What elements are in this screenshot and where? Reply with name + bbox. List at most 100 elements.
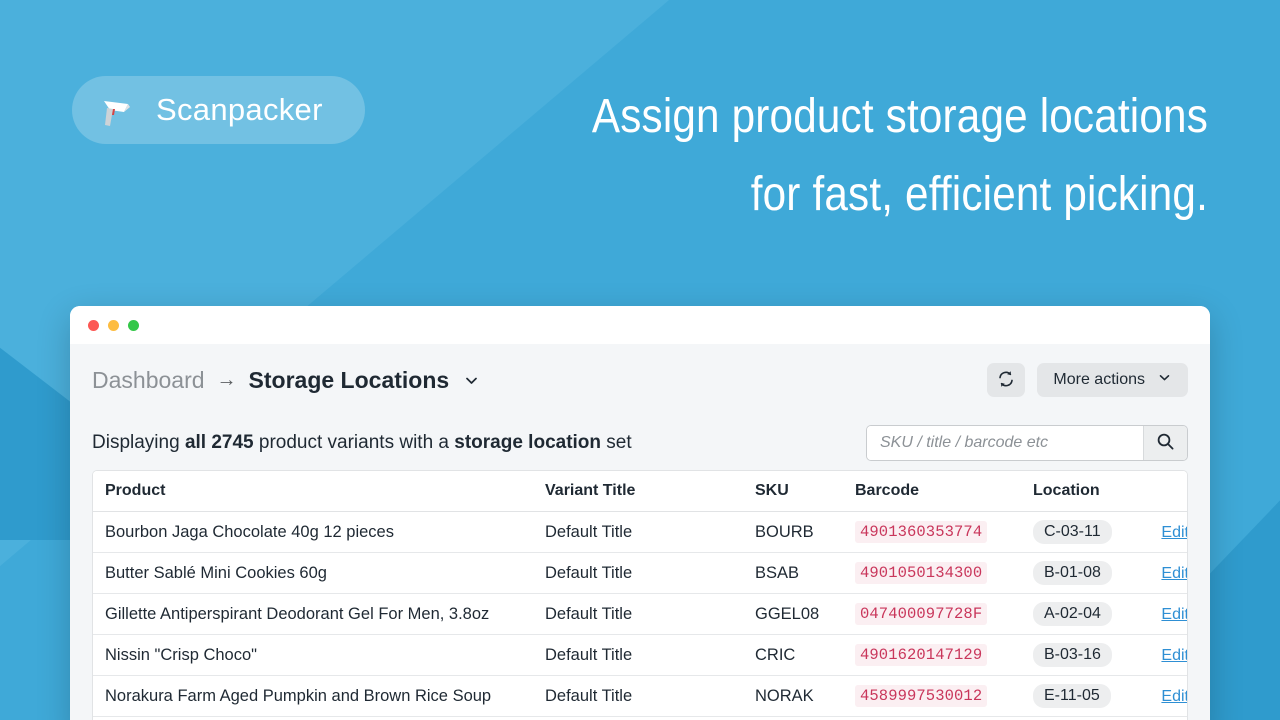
- more-actions-label: More actions: [1053, 371, 1145, 389]
- cell-variant-title: Default Title: [533, 553, 743, 594]
- cell-sku: CRIC: [743, 635, 843, 676]
- cell-actions: Edit: [1147, 553, 1188, 594]
- display-summary-text: Displaying all 2745 product variants wit…: [92, 432, 632, 454]
- brand-name: Scanpacker: [156, 92, 323, 128]
- cell-sku: BOURB: [743, 512, 843, 553]
- headline-line-2: for fast, efficient picking.: [557, 156, 1208, 234]
- search-input[interactable]: [867, 426, 1143, 460]
- cell-barcode: 4589997530012: [843, 676, 1021, 717]
- cell-location: C-03-11: [1021, 512, 1147, 553]
- cell-variant-title: Default Title: [533, 594, 743, 635]
- column-header-variant-title: Variant Title: [533, 471, 743, 512]
- header-actions: More actions: [987, 363, 1188, 397]
- column-header-product: Product: [93, 471, 533, 512]
- edit-link[interactable]: Edit: [1161, 647, 1188, 664]
- app-content: Dashboard → Storage Locations: [70, 344, 1210, 720]
- column-header-sku: SKU: [743, 471, 843, 512]
- cell-product: Bourbon Jaga Chocolate 40g 12 pieces: [93, 512, 533, 553]
- table-row: Norakura Farm Aged Pumpkin and Brown Ric…: [93, 676, 1188, 717]
- edit-link[interactable]: Edit: [1161, 606, 1188, 623]
- edit-link[interactable]: Edit: [1161, 565, 1188, 582]
- cell-product: Norakura Farm Aged Pumpkin and Brown Ric…: [93, 676, 533, 717]
- cell-barcode: 4901050134300: [843, 553, 1021, 594]
- summary-emphasis: storage location: [454, 432, 601, 453]
- headline: Assign product storage locations for fas…: [557, 78, 1208, 234]
- edit-link[interactable]: Edit: [1161, 524, 1188, 541]
- summary-count: all 2745: [185, 432, 254, 453]
- barcode-value: 047400097728F: [855, 603, 987, 625]
- cell-variant-title: Default Title: [533, 676, 743, 717]
- column-header-actions: [1147, 471, 1188, 512]
- location-badge: B-01-08: [1033, 561, 1112, 585]
- cell-barcode: 4901620147129: [843, 635, 1021, 676]
- edit-link[interactable]: Edit: [1161, 688, 1188, 705]
- app-window: Dashboard → Storage Locations: [70, 306, 1210, 720]
- display-summary-row: Displaying all 2745 product variants wit…: [92, 416, 1188, 470]
- column-header-barcode: Barcode: [843, 471, 1021, 512]
- storage-locations-table: Product Variant Title SKU Barcode Locati…: [93, 471, 1188, 720]
- column-header-location: Location: [1021, 471, 1147, 512]
- barcode-value: 4901360353774: [855, 521, 987, 543]
- cell-variant-title: Default Title: [533, 512, 743, 553]
- page-title: Storage Locations: [249, 367, 450, 394]
- search-button[interactable]: [1143, 426, 1187, 460]
- table-row: Nissin "Crisp Choco"Default TitleCRIC 490…: [93, 635, 1188, 676]
- more-actions-button[interactable]: More actions: [1037, 363, 1188, 397]
- cell-product: Organic Tom Yum Paste With Coconut Milk: [93, 717, 533, 720]
- table-row: Gillette Antiperspirant Deodorant Gel Fo…: [93, 594, 1188, 635]
- cell-actions: Edit: [1147, 512, 1188, 553]
- table-row: Organic Tom Yum Paste With Coconut MilkD…: [93, 717, 1188, 720]
- summary-suffix: set: [601, 432, 632, 453]
- headline-line-1: Assign product storage locations: [592, 90, 1208, 143]
- cell-sku: GGEL08: [743, 594, 843, 635]
- location-badge: E-11-05: [1033, 684, 1111, 708]
- cell-product: Butter Sablé Mini Cookies 60g: [93, 553, 533, 594]
- cell-location: A-02-04: [1021, 594, 1147, 635]
- summary-prefix: Displaying: [92, 432, 185, 453]
- cell-location: B-01-08: [1021, 553, 1147, 594]
- table-row: Bourbon Jaga Chocolate 40g 12 piecesDefa…: [93, 512, 1188, 553]
- cell-product: Gillette Antiperspirant Deodorant Gel Fo…: [93, 594, 533, 635]
- cell-barcode: 8859200500405: [843, 717, 1021, 720]
- cell-sku: NORAK: [743, 676, 843, 717]
- storage-locations-table-card: Product Variant Title SKU Barcode Locati…: [92, 470, 1188, 720]
- refresh-icon: [997, 370, 1015, 391]
- minimize-window-button[interactable]: [108, 320, 119, 331]
- cell-location: B-03-16: [1021, 635, 1147, 676]
- barcode-value: 4901050134300: [855, 562, 987, 584]
- cell-product: Nissin "Crisp Choco": [93, 635, 533, 676]
- cell-actions: Edit: [1147, 635, 1188, 676]
- cell-location: E-11-05: [1021, 676, 1147, 717]
- table-row: Butter Sablé Mini Cookies 60gDefault Tit…: [93, 553, 1188, 594]
- location-badge: B-03-16: [1033, 643, 1112, 667]
- table-header-row: Product Variant Title SKU Barcode Locati…: [93, 471, 1188, 512]
- close-window-button[interactable]: [88, 320, 99, 331]
- table-body: Bourbon Jaga Chocolate 40g 12 piecesDefa…: [93, 512, 1188, 720]
- breadcrumb-dashboard-link[interactable]: Dashboard: [92, 367, 205, 394]
- window-titlebar: [70, 306, 1210, 344]
- app-header: Dashboard → Storage Locations: [92, 344, 1188, 416]
- cell-barcode: 047400097728F: [843, 594, 1021, 635]
- cell-sku: BSAB: [743, 553, 843, 594]
- cell-actions: Edit: [1147, 594, 1188, 635]
- cell-variant-title: Default Title: [533, 717, 743, 720]
- promo-banner: Scanpacker Assign product storage locati…: [0, 0, 1280, 720]
- search-icon: [1156, 432, 1175, 454]
- location-badge: A-02-04: [1033, 602, 1112, 626]
- barcode-scanner-icon: [94, 87, 140, 133]
- search-box: [866, 425, 1188, 461]
- maximize-window-button[interactable]: [128, 320, 139, 331]
- brand-logo: Scanpacker: [72, 76, 365, 144]
- cell-actions: Edit: [1147, 676, 1188, 717]
- cell-location: A-04-14: [1021, 717, 1147, 720]
- summary-middle: product variants with a: [254, 432, 455, 453]
- breadcrumb-arrow-icon: →: [217, 369, 237, 392]
- cell-variant-title: Default Title: [533, 635, 743, 676]
- chevron-down-icon: [1157, 370, 1172, 390]
- cell-actions: Edit: [1147, 717, 1188, 720]
- location-badge: C-03-11: [1033, 520, 1112, 544]
- chevron-down-icon[interactable]: [463, 372, 480, 389]
- cell-sku: TYP415: [743, 717, 843, 720]
- barcode-value: 4901620147129: [855, 644, 987, 666]
- refresh-button[interactable]: [987, 363, 1025, 397]
